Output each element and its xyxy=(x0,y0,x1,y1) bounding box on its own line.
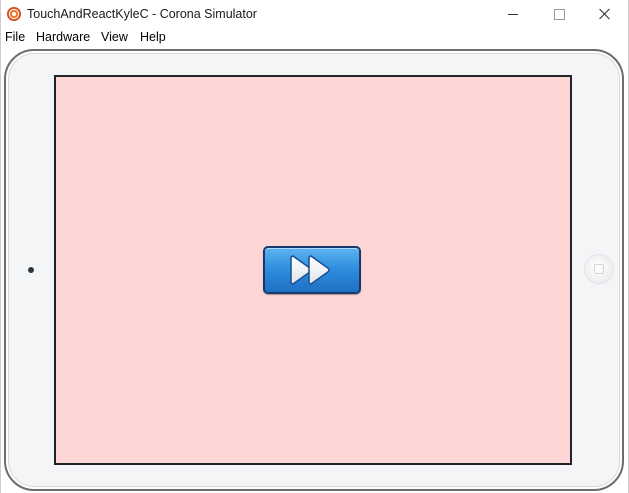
close-button[interactable] xyxy=(582,0,628,28)
camera-dot xyxy=(28,267,34,273)
menu-help[interactable]: Help xyxy=(140,30,166,44)
simulator-window: TouchAndReactKyleC - Corona Simulator Fi… xyxy=(0,0,629,493)
fast-forward-icon xyxy=(290,255,330,285)
menu-view[interactable]: View xyxy=(101,30,128,44)
corona-simulator-icon[interactable] xyxy=(7,7,21,21)
home-button[interactable] xyxy=(585,255,613,283)
minimize-button[interactable] xyxy=(490,0,536,28)
menu-hardware[interactable]: Hardware xyxy=(36,30,90,44)
maximize-button[interactable] xyxy=(536,0,582,28)
fast-forward-button[interactable] xyxy=(263,246,361,294)
menu-file[interactable]: File xyxy=(5,30,25,44)
maximize-icon xyxy=(553,8,565,20)
window-title: TouchAndReactKyleC - Corona Simulator xyxy=(27,7,257,21)
menu-bar: File Hardware View Help xyxy=(1,28,628,47)
home-button-icon xyxy=(594,264,604,274)
minimize-icon xyxy=(508,13,518,15)
close-icon xyxy=(599,8,611,20)
title-bar[interactable]: TouchAndReactKyleC - Corona Simulator xyxy=(1,0,628,28)
